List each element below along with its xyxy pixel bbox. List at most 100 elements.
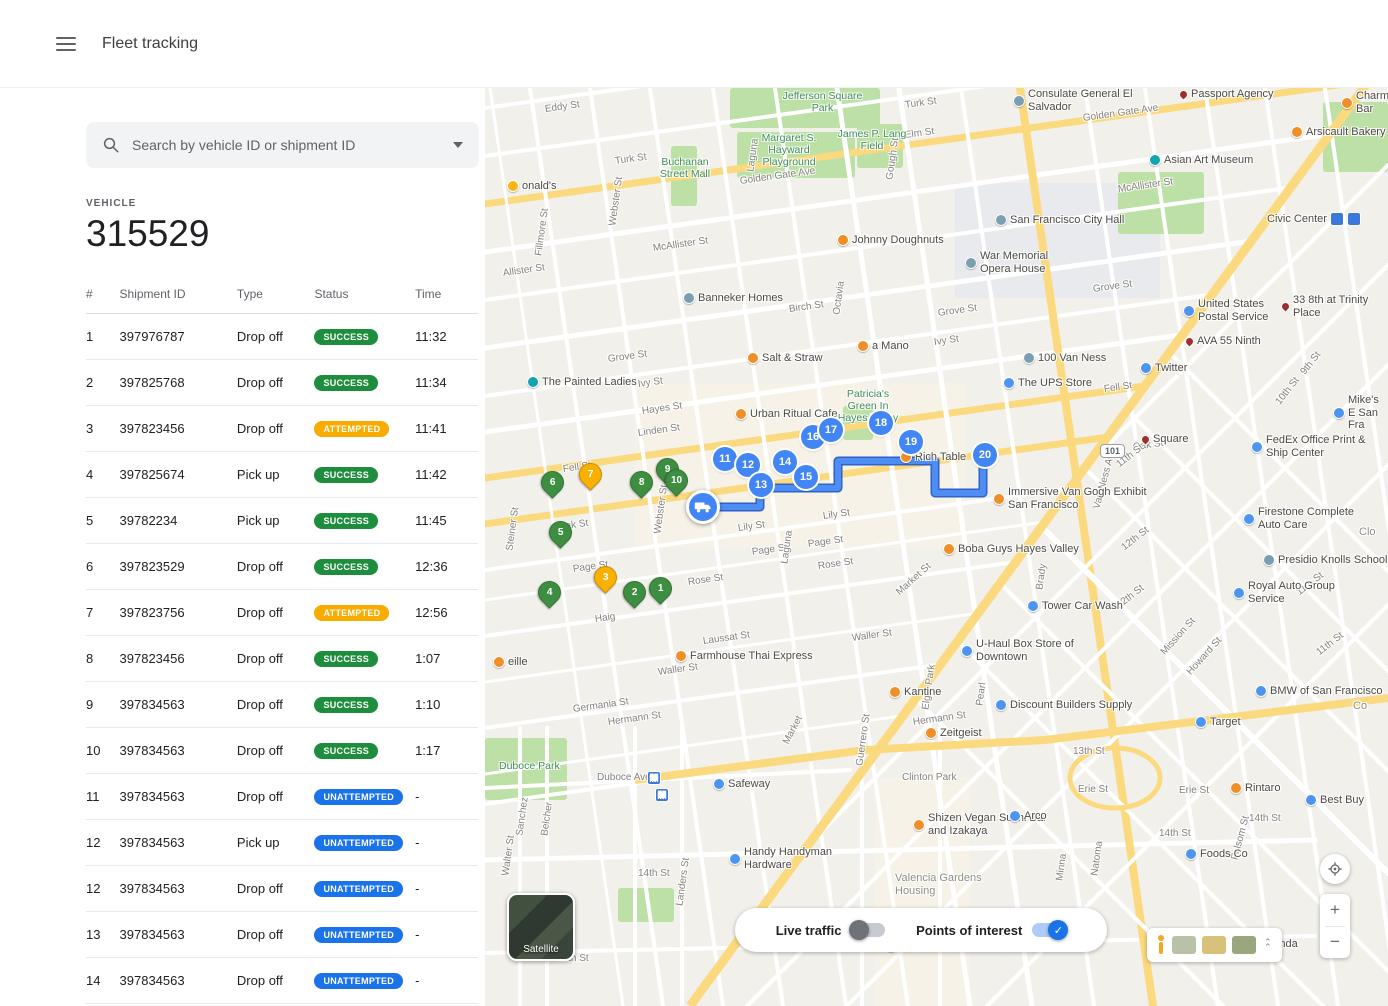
shipment-row[interactable]: 10397834563Drop offSUCCESS1:17	[86, 728, 478, 774]
live-traffic-toggle[interactable]: Live traffic	[776, 923, 886, 938]
shipment-type: Drop off	[237, 958, 315, 1004]
shipment-status: SUCCESS	[314, 360, 415, 406]
zoom-in-button[interactable]: +	[1320, 894, 1350, 926]
row-number: 8	[86, 636, 120, 682]
stop-marker-5[interactable]: 5	[544, 516, 577, 549]
collapse-chevrons-icon[interactable]: ⌃⌃	[1262, 940, 1274, 950]
vehicle-marker[interactable]	[686, 490, 720, 524]
shipment-type: Drop off	[237, 774, 315, 820]
points-of-interest-toggle[interactable]: Points of interest ✓	[916, 923, 1066, 938]
shipment-row[interactable]: 1397976787Drop offSUCCESS11:32	[86, 314, 478, 360]
status-badge: SUCCESS	[314, 743, 378, 759]
pegman-icon[interactable]	[1155, 935, 1166, 955]
chevron-down-icon[interactable]	[453, 142, 463, 148]
shipment-row[interactable]: 8397823456Drop offSUCCESS1:07	[86, 636, 478, 682]
shipment-time: -	[415, 866, 478, 912]
stop-marker-11[interactable]: 11	[713, 447, 737, 471]
map[interactable]: Eddy StTurk StTurk StGolden Gate AveGold…	[485, 88, 1388, 1006]
stop-marker-8[interactable]: 8	[625, 466, 658, 499]
shipment-id: 397823456	[120, 406, 237, 452]
shipment-row[interactable]: 539782234Pick upSUCCESS11:45	[86, 498, 478, 544]
shipment-type: Pick up	[237, 820, 315, 866]
shipment-time: -	[415, 958, 478, 1004]
shipment-row[interactable]: 6397823529Drop offSUCCESS12:36	[86, 544, 478, 590]
stop-marker-14[interactable]: 14	[773, 450, 797, 474]
stop-marker-13[interactable]: 13	[749, 473, 773, 497]
shipment-row[interactable]: 14397834563Drop offUNATTEMPTED-	[86, 958, 478, 1004]
shipment-type: Drop off	[237, 360, 315, 406]
stop-marker-2[interactable]: 2	[618, 576, 651, 609]
stop-marker-1[interactable]: 1	[644, 572, 677, 605]
row-number: 3	[86, 406, 120, 452]
shipment-time: 1:17	[415, 728, 478, 774]
points-of-interest-switch[interactable]: ✓	[1032, 923, 1066, 937]
shipment-row[interactable]: 11397834563Drop offUNATTEMPTED-	[86, 774, 478, 820]
shipment-type: Drop off	[237, 728, 315, 774]
zoom-out-button[interactable]: −	[1320, 927, 1350, 959]
shipment-row[interactable]: 12397834563Drop offUNATTEMPTED-	[86, 866, 478, 912]
status-badge: UNATTEMPTED	[314, 927, 403, 943]
search-box[interactable]: Search by vehicle ID or shipment ID	[86, 122, 479, 168]
map-stops: 1234567891011121314151617181920	[485, 88, 1388, 1006]
status-badge: ATTEMPTED	[314, 605, 389, 621]
shipment-type: Pick up	[237, 498, 315, 544]
status-badge: SUCCESS	[314, 329, 378, 345]
shipment-id: 397823756	[120, 590, 237, 636]
shipment-time: 11:41	[415, 406, 478, 452]
stop-marker-20[interactable]: 20	[973, 443, 997, 467]
shipment-row[interactable]: 9397834563Drop offSUCCESS1:10	[86, 682, 478, 728]
row-number: 4	[86, 452, 120, 498]
shipment-row[interactable]: 3397823456Drop offATTEMPTED11:41	[86, 406, 478, 452]
live-traffic-switch[interactable]	[851, 923, 885, 937]
shipment-time: -	[415, 774, 478, 820]
shipment-table-body: 1397976787Drop offSUCCESS11:322397825768…	[86, 314, 478, 1004]
row-number: 5	[86, 498, 120, 544]
stop-marker-18[interactable]: 18	[869, 411, 893, 435]
shipment-type: Pick up	[237, 452, 315, 498]
satellite-toggle[interactable]: Satellite	[507, 893, 575, 961]
shipment-status: SUCCESS	[314, 682, 415, 728]
shipment-row[interactable]: 13397834563Drop offUNATTEMPTED-	[86, 912, 478, 958]
stop-marker-4[interactable]: 4	[533, 576, 566, 609]
shipment-status: SUCCESS	[314, 544, 415, 590]
shipment-status: UNATTEMPTED	[314, 866, 415, 912]
stop-marker-15[interactable]: 15	[794, 465, 818, 489]
shipment-status: UNATTEMPTED	[314, 912, 415, 958]
stop-marker-3[interactable]: 3	[589, 561, 622, 594]
shipment-type: Drop off	[237, 314, 315, 360]
shipment-time: 1:10	[415, 682, 478, 728]
shipment-row[interactable]: 4397825674Pick upSUCCESS11:42	[86, 452, 478, 498]
status-badge: UNATTEMPTED	[314, 835, 403, 851]
shipment-status: UNATTEMPTED	[314, 774, 415, 820]
shipment-status: SUCCESS	[314, 636, 415, 682]
shipment-id: 397834563	[120, 774, 237, 820]
column-header: Time	[415, 281, 478, 314]
status-badge: SUCCESS	[314, 467, 378, 483]
stop-marker-17[interactable]: 17	[819, 418, 843, 442]
shipment-time: 12:36	[415, 544, 478, 590]
photo-thumbnail[interactable]	[1172, 936, 1196, 954]
shipment-row[interactable]: 2397825768Drop offSUCCESS11:34	[86, 360, 478, 406]
shipment-status: SUCCESS	[314, 498, 415, 544]
row-number: 12	[86, 866, 120, 912]
map-toggle-bar: Live traffic Points of interest ✓	[735, 908, 1107, 952]
column-header: Shipment ID	[120, 281, 237, 314]
photo-thumbnail[interactable]	[1232, 936, 1256, 954]
stop-marker-6[interactable]: 6	[536, 466, 569, 499]
stop-marker-19[interactable]: 19	[899, 430, 923, 454]
shipment-time: 1:07	[415, 636, 478, 682]
shipment-status: UNATTEMPTED	[314, 958, 415, 1004]
search-icon	[102, 136, 120, 154]
photo-thumbnail[interactable]	[1202, 936, 1226, 954]
my-location-button[interactable]	[1320, 854, 1350, 884]
stop-marker-7[interactable]: 7	[574, 458, 607, 491]
menu-button[interactable]	[56, 37, 76, 51]
shipment-id: 397834563	[120, 820, 237, 866]
shipment-id: 397834563	[120, 866, 237, 912]
column-header: Status	[314, 281, 415, 314]
status-badge: ATTEMPTED	[314, 421, 389, 437]
shipment-id: 397834563	[120, 682, 237, 728]
shipment-row[interactable]: 7397823756Drop offATTEMPTED12:56	[86, 590, 478, 636]
shipment-row[interactable]: 12397834563Pick upUNATTEMPTED-	[86, 820, 478, 866]
shipment-id: 39782234	[120, 498, 237, 544]
